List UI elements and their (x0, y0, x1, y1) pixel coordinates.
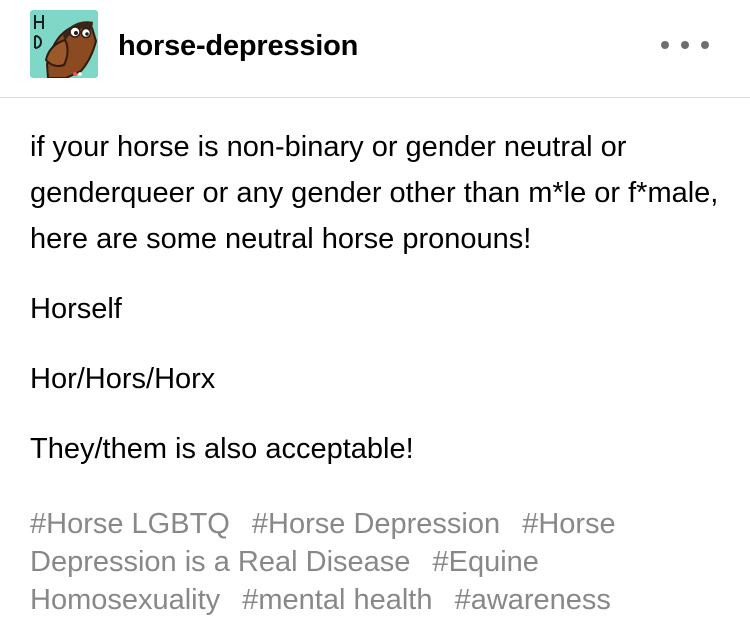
pronoun-line: They/them is also acceptable! (30, 433, 414, 465)
tag-link[interactable]: #awareness (455, 584, 611, 616)
post-intro-text: if your horse is non-binary or gender ne… (30, 131, 719, 255)
more-dot-icon (681, 41, 689, 49)
horse-avatar-icon (30, 10, 98, 78)
more-options-button[interactable] (661, 36, 709, 54)
post-body: if your horse is non-binary or gender ne… (30, 124, 720, 472)
tags-list: #Horse LGBTQ #Horse Depression #Horse De… (30, 505, 720, 619)
post-card: horse-depression if your horse is non-bi… (0, 0, 750, 635)
avatar[interactable] (30, 10, 98, 78)
tag-link[interactable]: #Horse Depression (252, 508, 500, 540)
blog-name[interactable]: horse-depression (118, 27, 358, 65)
post-header: horse-depression (0, 0, 750, 98)
more-dot-icon (701, 41, 709, 49)
pronoun-line: Horself (30, 293, 122, 325)
tag-link[interactable]: #mental health (242, 584, 432, 616)
pronoun-line: Hor/Hors/Horx (30, 363, 216, 395)
tag-link[interactable]: #Horse LGBTQ (30, 508, 230, 540)
more-dot-icon (661, 41, 669, 49)
